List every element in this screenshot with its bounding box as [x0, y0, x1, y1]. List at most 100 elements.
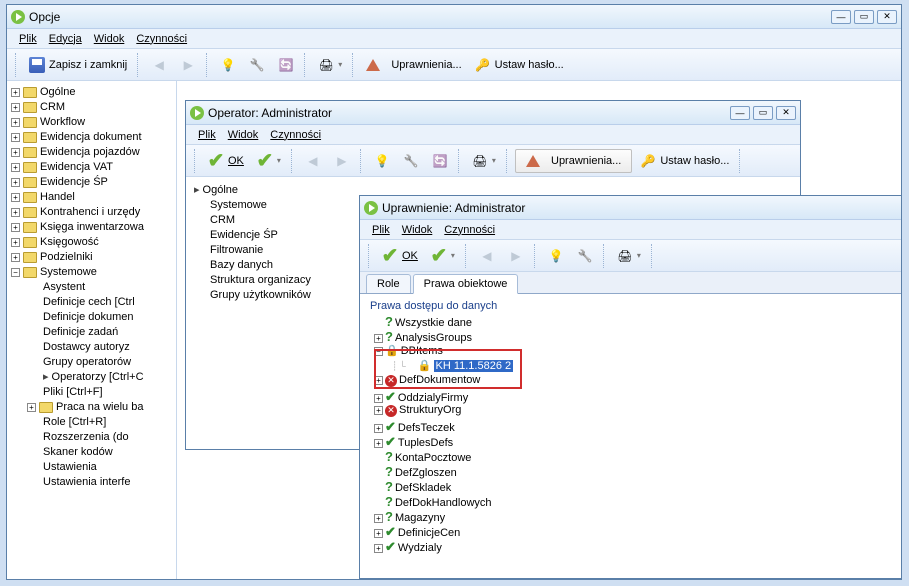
wrench-button[interactable]: [572, 244, 598, 268]
tree-item[interactable]: Rozszerzenia (do: [9, 430, 174, 445]
nav-fwd-button[interactable]: ▶: [503, 244, 529, 268]
titlebar[interactable]: Uprawnienie: Administrator: [360, 196, 901, 220]
rights-item[interactable]: +✔DefinicjeCen: [370, 524, 891, 539]
lamp-button[interactable]: [215, 53, 241, 77]
permissions-button[interactable]: Uprawnienia...: [361, 53, 466, 77]
list-item[interactable]: Grupy użytkowników: [194, 288, 338, 303]
titlebar[interactable]: Opcje — ▭ ✕: [7, 5, 901, 29]
nav-fwd-button[interactable]: ▶: [175, 53, 201, 77]
menu-czynnosci[interactable]: Czynności: [136, 33, 187, 45]
list-item[interactable]: CRM: [194, 213, 338, 228]
rights-item[interactable]: +✔DefsTeczek: [370, 419, 891, 434]
tree-item[interactable]: +Kontrahenci i urzędy: [9, 205, 174, 220]
menu-widok[interactable]: Widok: [402, 224, 433, 236]
nav-back-button[interactable]: ◀: [146, 53, 172, 77]
tree-item[interactable]: Definicje dokumen: [9, 310, 174, 325]
tree-item[interactable]: +Ewidencja pojazdów: [9, 145, 174, 160]
refresh-button[interactable]: [427, 149, 453, 173]
save-close-button[interactable]: Zapisz i zamknij: [24, 53, 132, 77]
tree-item[interactable]: Dostawcy autoryz: [9, 340, 174, 355]
close-icon[interactable]: ✕: [877, 10, 897, 24]
ok-button[interactable]: OK: [377, 244, 423, 268]
set-password-button[interactable]: Ustaw hasło...: [470, 53, 569, 77]
nav-tree[interactable]: +Ogólne+CRM+Workflow+Ewidencja dokument+…: [7, 81, 177, 579]
tree-item[interactable]: +Ewidencja dokument: [9, 130, 174, 145]
list-item[interactable]: Filtrowanie: [194, 243, 338, 258]
rights-item[interactable]: +✕DefDokumentow: [370, 374, 891, 389]
maximize-icon[interactable]: ▭: [753, 106, 773, 120]
tree-item[interactable]: ▸Operatorzy [Ctrl+C: [9, 370, 174, 385]
print-button[interactable]: ▾: [313, 53, 347, 77]
rights-item[interactable]: ?DefSkladek: [370, 479, 891, 494]
print-button[interactable]: ▾: [612, 244, 646, 268]
tab-prawa-obiektowe[interactable]: Prawa obiektowe: [413, 274, 519, 294]
nav-fwd-button[interactable]: ▶: [329, 149, 355, 173]
titlebar[interactable]: Operator: Administrator — ▭ ✕: [186, 101, 800, 125]
rights-item[interactable]: −🔒DBItems: [370, 344, 891, 359]
menu-edycja[interactable]: Edycja: [49, 33, 82, 45]
rights-item[interactable]: ┊ └🔒KH 11.1.5826 2: [370, 359, 891, 374]
menu-plik[interactable]: Plik: [198, 129, 216, 141]
close-icon[interactable]: ✕: [776, 106, 796, 120]
rights-item[interactable]: ?KontaPocztowe: [370, 449, 891, 464]
list-item[interactable]: Struktura organizacy: [194, 273, 338, 288]
lamp-button[interactable]: [543, 244, 569, 268]
tree-item[interactable]: +Księga inwentarzowa: [9, 220, 174, 235]
print-button[interactable]: ▾: [467, 149, 501, 173]
rights-item[interactable]: +✔Wydzialy: [370, 539, 891, 554]
operator-nav[interactable]: ▸ OgólneSystemoweCRMEwidencje ŚPFiltrowa…: [186, 177, 346, 449]
tree-item[interactable]: Ustawienia: [9, 460, 174, 475]
tree-item[interactable]: Role [Ctrl+R]: [9, 415, 174, 430]
refresh-button[interactable]: [273, 53, 299, 77]
lamp-button[interactable]: [369, 149, 395, 173]
tab-role[interactable]: Role: [366, 274, 411, 293]
menu-widok[interactable]: Widok: [94, 33, 125, 45]
rights-item[interactable]: ?Wszystkie dane: [370, 314, 891, 329]
menu-czynnosci[interactable]: Czynności: [270, 129, 321, 141]
list-item[interactable]: Systemowe: [194, 198, 338, 213]
tree-item[interactable]: +Księgowość: [9, 235, 174, 250]
ok-dropdown[interactable]: ▾: [252, 149, 286, 173]
tree-item[interactable]: +Handel: [9, 190, 174, 205]
wrench-button[interactable]: [398, 149, 424, 173]
nav-back-button[interactable]: ◀: [300, 149, 326, 173]
tree-item[interactable]: Definicje zadań: [9, 325, 174, 340]
tree-item[interactable]: +CRM: [9, 100, 174, 115]
rights-tree[interactable]: ?Wszystkie dane+?AnalysisGroups−🔒DBItems…: [370, 314, 891, 554]
rights-item[interactable]: ?DefZgloszen: [370, 464, 891, 479]
maximize-icon[interactable]: ▭: [854, 10, 874, 24]
nav-back-button[interactable]: ◀: [474, 244, 500, 268]
tree-item[interactable]: +Ewidencje ŚP: [9, 175, 174, 190]
tree-item[interactable]: Definicje cech [Ctrl: [9, 295, 174, 310]
tree-item[interactable]: +Podzielniki: [9, 250, 174, 265]
menu-plik[interactable]: Plik: [372, 224, 390, 236]
tree-item[interactable]: +Praca na wielu ba: [9, 400, 174, 415]
menu-czynnosci[interactable]: Czynności: [444, 224, 495, 236]
set-password-button[interactable]: Ustaw hasło...: [635, 149, 734, 173]
wrench-button[interactable]: [244, 53, 270, 77]
tree-item[interactable]: +Workflow: [9, 115, 174, 130]
ok-dropdown[interactable]: ▾: [426, 244, 460, 268]
rights-item[interactable]: +✔TuplesDefs: [370, 434, 891, 449]
menu-widok[interactable]: Widok: [228, 129, 259, 141]
rights-item[interactable]: +?AnalysisGroups: [370, 329, 891, 344]
permissions-button[interactable]: Uprawnienia...: [515, 149, 632, 173]
rights-item[interactable]: +?Magazyny: [370, 509, 891, 524]
tree-item[interactable]: +Ewidencja VAT: [9, 160, 174, 175]
list-item[interactable]: Ewidencje ŚP: [194, 228, 338, 243]
list-item[interactable]: ▸ Ogólne: [194, 183, 338, 198]
tree-item[interactable]: Pliki [Ctrl+F]: [9, 385, 174, 400]
tree-item[interactable]: +Ogólne: [9, 85, 174, 100]
tree-item[interactable]: Ustawienia interfe: [9, 475, 174, 490]
ok-button[interactable]: OK: [203, 149, 249, 173]
minimize-icon[interactable]: —: [831, 10, 851, 24]
minimize-icon[interactable]: —: [730, 106, 750, 120]
list-item[interactable]: Bazy danych: [194, 258, 338, 273]
tree-item[interactable]: −Systemowe: [9, 265, 174, 280]
tree-item[interactable]: Asystent: [9, 280, 174, 295]
rights-item[interactable]: ?DefDokHandlowych: [370, 494, 891, 509]
tree-item[interactable]: Grupy operatorów: [9, 355, 174, 370]
menu-plik[interactable]: Plik: [19, 33, 37, 45]
rights-item[interactable]: +✔OddzialyFirmy: [370, 389, 891, 404]
rights-item[interactable]: +✕StrukturyOrg: [370, 404, 891, 419]
